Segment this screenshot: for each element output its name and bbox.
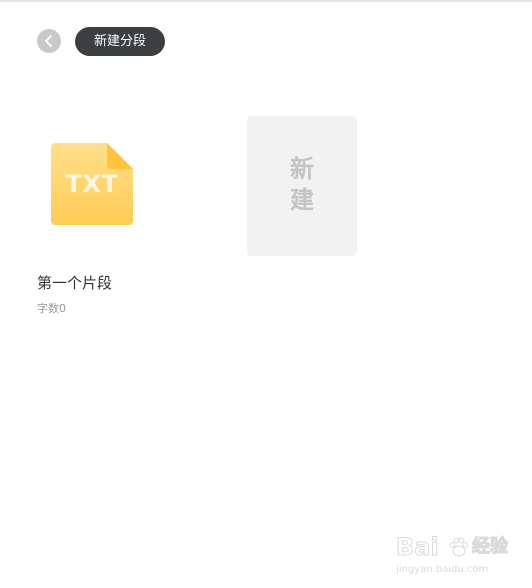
chevron-left-icon: [37, 29, 61, 53]
watermark: Bai 经验 jingyan.baidu.com: [396, 532, 509, 578]
new-segment-button[interactable]: 新建分段: [75, 27, 165, 56]
new-file-card[interactable]: 新建: [247, 116, 357, 256]
file-card[interactable]: TXT 第一个片段 字数0: [37, 115, 187, 325]
paw-icon: [448, 536, 470, 558]
new-file-card-label: 新建: [290, 155, 314, 214]
watermark-url: jingyan.baidu.com: [396, 564, 489, 575]
watermark-brand: Bai: [396, 533, 440, 562]
back-button[interactable]: [37, 29, 61, 53]
watermark-text: 经验: [472, 536, 509, 558]
file-title[interactable]: 第一个片段: [37, 273, 112, 293]
file-word-count: 字数0: [37, 302, 66, 315]
txt-file-icon: TXT: [51, 143, 133, 225]
txt-file-icon-label: TXT: [65, 170, 119, 198]
top-divider: [0, 0, 532, 2]
